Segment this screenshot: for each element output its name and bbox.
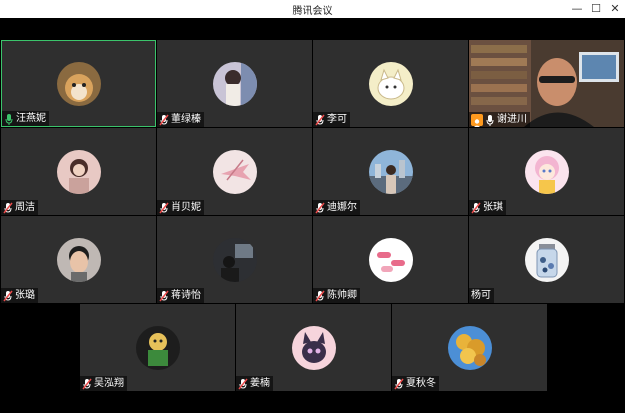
participant-tile[interactable]: 董绿榛 [157,40,312,127]
avatar [524,149,569,194]
participant-name: 肖贝妮 [171,202,201,213]
name-bar: 蒋诗怡 [157,288,204,303]
name-bar: 肖贝妮 [157,200,204,215]
mic-muted-icon [238,378,248,389]
avatar [368,237,413,282]
host-icon [471,113,483,127]
participant-tile[interactable]: 肖贝妮 [157,128,312,215]
title-bar: 腾讯会议 — ☐ ✕ [0,0,625,19]
name-bar: 姜楠 [236,376,273,391]
participant-name: 张琪 [483,202,503,213]
avatar [56,237,101,282]
mic-muted-icon [315,290,325,301]
window-title: 腾讯会议 [292,6,333,17]
mic-muted-icon [159,290,169,301]
mic-muted-icon [159,202,169,213]
name-bar: 董绿榛 [157,112,204,127]
mic-muted-icon [159,114,169,125]
participant-name: 汪燕妮 [16,113,46,124]
participant-name: 吴泓翔 [94,378,124,389]
name-bar: 李可 [313,112,350,127]
avatar [291,325,336,370]
video-gallery: 汪燕妮 董绿榛 李可 谢进川 周洁 肖贝妮 迪娜尔 张琪 张璐 蒋诗怡 陈帅卿 … [0,18,625,413]
mic-icon [486,114,494,126]
avatar [368,61,413,106]
avatar [212,61,257,106]
participant-name: 夏秋冬 [406,378,436,389]
avatar [447,325,492,370]
participant-name: 张璐 [15,290,35,301]
name-bar: 杨可 [469,288,494,303]
participant-name: 迪娜尔 [327,202,357,213]
participant-name: 董绿榛 [171,114,201,125]
participant-name: 蒋诗怡 [171,290,201,301]
name-bar: 周洁 [1,200,38,215]
participant-name: 李可 [327,114,347,125]
participant-tile[interactable]: 吴泓翔 [80,304,235,391]
name-bar: 张琪 [469,200,506,215]
participant-video-tile[interactable]: 谢进川 [469,40,624,127]
mic-muted-icon [3,202,13,213]
name-bar: 汪燕妮 [2,111,49,126]
participant-tile[interactable]: 迪娜尔 [313,128,468,215]
participant-name: 陈帅卿 [327,290,357,301]
name-bar: 陈帅卿 [313,288,360,303]
name-bar: 夏秋冬 [392,376,439,391]
avatar [135,325,180,370]
avatar [524,237,569,282]
participant-tile[interactable]: 蒋诗怡 [157,216,312,303]
name-bar: 张璐 [1,288,38,303]
participant-name: 杨可 [471,290,491,301]
mic-muted-icon [82,378,92,389]
participant-tile[interactable]: 周洁 [1,128,156,215]
maximize-icon[interactable]: ☐ [586,0,606,18]
participant-tile[interactable]: 杨可 [469,216,624,303]
participant-tile[interactable]: 汪燕妮 [1,40,156,127]
participant-name: 周洁 [15,202,35,213]
mic-muted-icon [315,114,325,125]
close-icon[interactable]: ✕ [605,0,625,18]
avatar [56,61,101,106]
participant-tile[interactable]: 张璐 [1,216,156,303]
mic-muted-icon [394,378,404,389]
avatar [368,149,413,194]
minimize-icon[interactable]: — [567,0,587,18]
participant-name: 谢进川 [497,114,527,125]
participant-tile[interactable]: 陈帅卿 [313,216,468,303]
name-bar: 迪娜尔 [313,200,360,215]
name-bar: 谢进川 [469,112,530,127]
mic-muted-icon [471,202,481,213]
avatar [212,237,257,282]
avatar [212,149,257,194]
name-bar: 吴泓翔 [80,376,127,391]
participant-tile[interactable]: 李可 [313,40,468,127]
participant-tile[interactable]: 夏秋冬 [392,304,547,391]
participant-tile[interactable]: 姜楠 [236,304,391,391]
mic-icon [5,113,13,125]
participant-name: 姜楠 [250,378,270,389]
mic-muted-icon [315,202,325,213]
avatar [56,149,101,194]
participant-tile[interactable]: 张琪 [469,128,624,215]
mic-muted-icon [3,290,13,301]
